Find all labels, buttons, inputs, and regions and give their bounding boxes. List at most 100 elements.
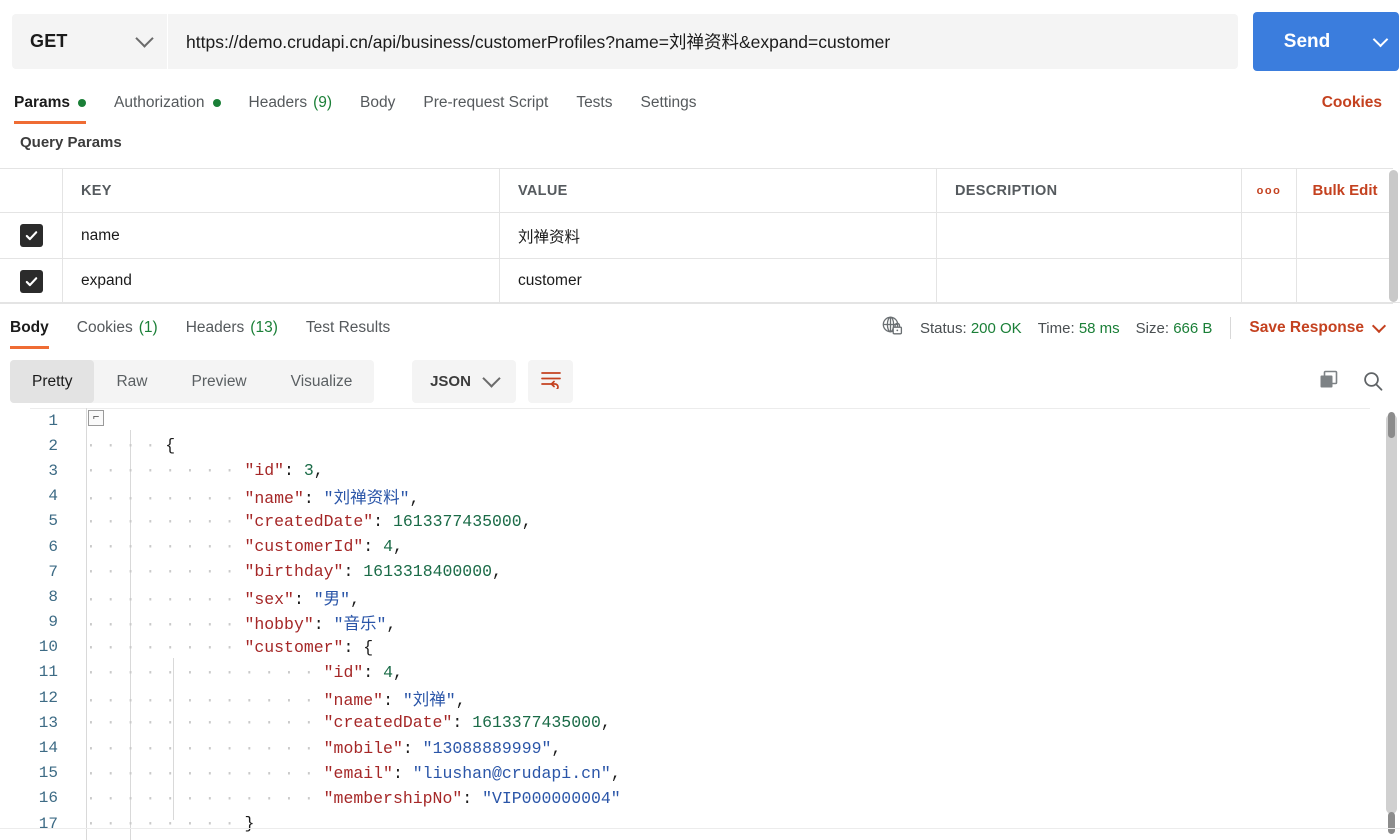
code-token: { <box>165 436 176 456</box>
code-token: "name" <box>323 690 384 710</box>
tab-test-results[interactable]: Test Results <box>306 307 390 349</box>
code-line: 12 · · · · · · · · · · · · "name": "刘禅", <box>0 685 1400 710</box>
param-key-input[interactable]: expand <box>81 272 132 290</box>
table-header-row: KEY VALUE DESCRIPTION ooo Bulk Edit <box>0 168 1393 212</box>
url-input[interactable]: https://demo.crudapi.cn/api/business/cus… <box>168 14 1238 69</box>
code-token: , <box>313 461 324 481</box>
http-method-dropdown[interactable]: GET <box>12 14 167 69</box>
tab-params[interactable]: Params <box>14 82 87 124</box>
tab-pre-request-script[interactable]: Pre-request Script <box>423 82 548 124</box>
view-mode-visualize[interactable]: Visualize <box>269 360 375 403</box>
copy-icon[interactable] <box>1318 370 1340 397</box>
code-scrollbar-thumb-lower[interactable] <box>1388 812 1395 834</box>
param-key-input[interactable]: name <box>81 227 120 245</box>
row-checkbox[interactable] <box>0 259 63 303</box>
tab-body[interactable]: Body <box>360 82 395 124</box>
code-token: "createdDate" <box>323 713 453 733</box>
params-options-button[interactable]: ooo <box>1242 169 1297 212</box>
code-lines: 1 2 · · · · {3 · · · · · · · · "id": 3, 4 · ·… <box>0 408 1400 836</box>
row-extra-cell <box>1297 213 1393 258</box>
code-scrollbar-thumb[interactable] <box>1388 412 1395 438</box>
query-params-table: KEY VALUE DESCRIPTION ooo Bulk Edit name… <box>0 168 1393 304</box>
code-line: 9 · · · · · · · · "hobby": "音乐", <box>0 610 1400 635</box>
column-header-key: KEY <box>81 182 112 199</box>
response-body-code[interactable]: ⌐ 1 2 · · · · {3 · · · · · · · · "id": 3, 4 ·… <box>0 408 1400 840</box>
code-token: 4 <box>383 537 393 557</box>
size-value: 666 B <box>1173 319 1213 337</box>
view-mode-raw[interactable]: Raw <box>94 360 169 403</box>
secure-globe-icon[interactable] <box>880 314 904 342</box>
query-params-scrollbar[interactable] <box>1389 170 1398 302</box>
tab-tests[interactable]: Tests <box>576 82 612 124</box>
code-token: "email" <box>323 763 393 783</box>
tab-authorization[interactable]: Authorization <box>114 82 221 124</box>
code-text: · · · · · · · · · · · · "id": 4, <box>70 663 403 682</box>
code-text: · · · · · · · · "customer": { <box>70 638 373 657</box>
code-token: "id" <box>323 662 364 682</box>
tab-response-cookies-count: (1) <box>138 319 158 336</box>
chevron-down-icon <box>1372 31 1388 47</box>
code-token: "name" <box>244 489 304 509</box>
request-tabs: Params Authorization Headers (9) Body Pr… <box>0 82 1400 124</box>
line-number: 11 <box>38 663 58 682</box>
send-button[interactable]: Send <box>1253 12 1361 71</box>
code-token: "hobby" <box>244 615 314 635</box>
param-value-input[interactable]: customer <box>518 272 582 290</box>
code-token: , <box>551 738 562 758</box>
code-scrollbar-track[interactable] <box>1386 414 1397 814</box>
bulk-edit-button[interactable]: Bulk Edit <box>1297 169 1393 212</box>
param-value-input[interactable]: 刘禅资料 <box>518 225 580 247</box>
tab-headers[interactable]: Headers (9) <box>249 82 333 124</box>
code-token: : <box>363 662 384 682</box>
indent-dots: · · · · · · · · · · · · <box>86 690 324 710</box>
code-token: , <box>492 562 502 582</box>
line-number: 16 <box>38 789 58 808</box>
code-token: "13088889999" <box>422 738 552 758</box>
tab-response-body[interactable]: Body <box>10 307 49 349</box>
chevron-down-icon[interactable] <box>1371 318 1387 333</box>
code-token: , <box>600 713 611 733</box>
response-tabs: Body Cookies (1) Headers (13) Test Resul… <box>0 307 1400 349</box>
code-token: "sex" <box>244 589 294 609</box>
code-token: 1613377435000 <box>472 713 601 733</box>
code-token: : { <box>343 637 374 657</box>
code-token: "birthday" <box>244 562 344 582</box>
tab-response-headers[interactable]: Headers (13) <box>186 307 278 349</box>
size-label-text: Size: <box>1135 319 1170 337</box>
status-label: Status: 200 OK <box>920 320 1022 337</box>
size-label: Size: 666 B <box>1136 320 1213 337</box>
view-mode-preview[interactable]: Preview <box>170 360 269 403</box>
code-token: : <box>343 562 364 582</box>
row-checkbox[interactable] <box>0 213 63 258</box>
send-options-button[interactable] <box>1361 12 1399 71</box>
row-options-cell[interactable] <box>1242 259 1297 303</box>
indent-dots: · · · · · · · · <box>86 637 245 657</box>
code-token: "刘禅" <box>402 690 456 710</box>
row-options-cell[interactable] <box>1242 213 1297 258</box>
code-token: } <box>244 814 255 834</box>
view-mode-segmented-control: Pretty Raw Preview Visualize <box>10 360 375 403</box>
cookies-link[interactable]: Cookies <box>1322 82 1382 124</box>
line-number: 10 <box>38 638 58 657</box>
tab-settings[interactable]: Settings <box>641 82 697 124</box>
indent-dots: · · · · · · · · <box>86 461 245 481</box>
tab-params-label: Params <box>14 94 71 111</box>
code-bottom-divider <box>0 828 1400 829</box>
view-mode-pretty[interactable]: Pretty <box>10 360 95 403</box>
code-text: · · · · · · · · "createdDate": 161337743… <box>70 512 532 531</box>
indent-dots: · · · · · · · · <box>86 814 245 834</box>
checkbox-checked-icon <box>19 269 43 293</box>
format-dropdown[interactable]: JSON <box>412 360 516 403</box>
wrap-lines-button[interactable] <box>528 360 573 403</box>
tab-pre-request-script-label: Pre-request Script <box>423 94 549 111</box>
tab-response-cookies[interactable]: Cookies (1) <box>77 307 158 349</box>
save-response-button[interactable]: Save Response <box>1249 319 1364 337</box>
search-icon[interactable] <box>1362 370 1384 397</box>
line-number: 3 <box>48 461 58 480</box>
code-token: , <box>392 662 403 682</box>
code-text: · · · · { <box>70 436 175 455</box>
code-token: , <box>350 589 360 609</box>
format-label: JSON <box>430 373 471 390</box>
code-token: "createdDate" <box>244 511 374 531</box>
line-number: 12 <box>38 688 58 707</box>
